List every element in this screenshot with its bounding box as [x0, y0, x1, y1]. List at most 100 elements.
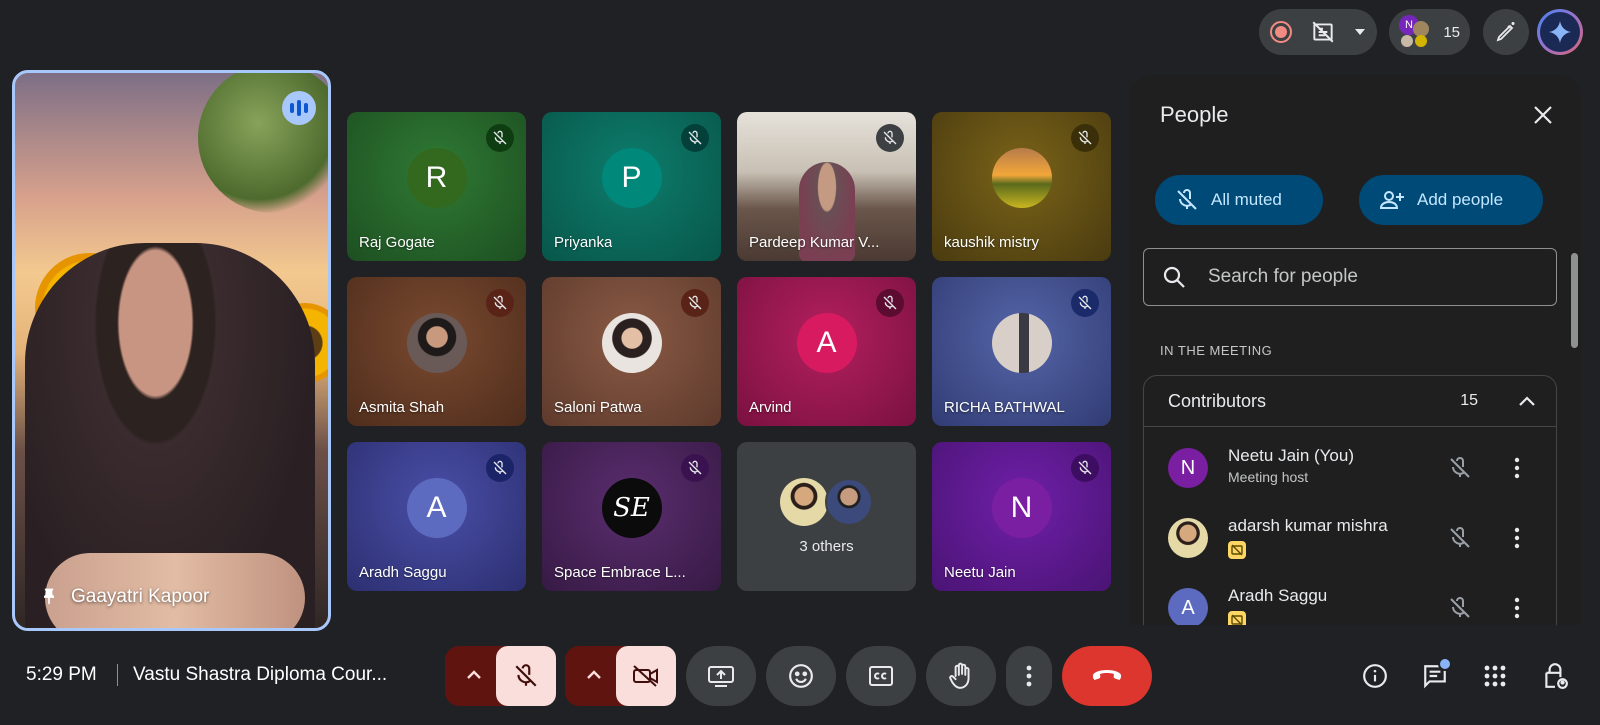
company-logo: SE: [601, 477, 662, 538]
captions-button[interactable]: [846, 646, 916, 706]
meeting-details-button[interactable]: [1359, 660, 1391, 692]
present-screen-button[interactable]: [686, 646, 756, 706]
more-options-icon[interactable]: [1514, 456, 1520, 480]
sparkle-icon: [1548, 20, 1572, 44]
speaking-indicator-icon: [282, 91, 316, 125]
participant-name: Gaayatri Kapoor: [71, 586, 210, 607]
camera-toggle-button[interactable]: [616, 646, 676, 706]
more-vert-icon: [1026, 664, 1032, 688]
participant-name: Asmita Shah: [359, 399, 445, 416]
close-icon: [1533, 105, 1553, 125]
gemini-button[interactable]: [1537, 9, 1583, 55]
mic-off-icon[interactable]: [1448, 456, 1472, 480]
panel-scrollbar[interactable]: [1571, 253, 1578, 348]
mic-off-icon: [876, 289, 904, 317]
mic-off-icon: [681, 124, 709, 152]
camera-options-chevron-icon[interactable]: [583, 664, 605, 686]
panel-title: People: [1160, 102, 1229, 127]
activities-button[interactable]: [1479, 660, 1511, 692]
pin-icon[interactable]: [39, 587, 59, 607]
meeting-title: Vastu Shastra Diploma Cour...: [133, 664, 388, 685]
mic-toggle-button[interactable]: [496, 646, 556, 706]
participant-name: Space Embrace L...: [554, 564, 686, 581]
apps-grid-icon: [1484, 665, 1506, 687]
avatar: A: [796, 312, 857, 373]
person-role: Meeting host: [1228, 469, 1309, 485]
raise-hand-button[interactable]: [926, 646, 996, 706]
avatar: [1168, 518, 1208, 558]
participant-tile[interactable]: kaushik mistry: [932, 112, 1111, 261]
person-name: Aradh Saggu: [1228, 586, 1328, 605]
add-people-label: Add people: [1417, 190, 1504, 209]
participant-tile[interactable]: Asmita Shah: [347, 277, 526, 426]
divider: [117, 664, 118, 686]
pinned-participant-label: Gaayatri Kapoor: [39, 586, 209, 608]
avatar: R: [406, 147, 467, 208]
participant-name: Raj Gogate: [359, 234, 435, 251]
avatar: P: [601, 147, 662, 208]
mic-off-icon: [681, 454, 709, 482]
participant-tile[interactable]: Saloni Patwa: [542, 277, 721, 426]
avatar: [601, 312, 662, 373]
participant-avatars: N: [1399, 15, 1433, 49]
participant-name: Aradh Saggu: [359, 564, 447, 581]
background-foliage: [198, 73, 328, 213]
reactions-button[interactable]: [766, 646, 836, 706]
participant-name: Pardeep Kumar V...: [749, 234, 880, 251]
search-input[interactable]: [1206, 265, 1530, 289]
recording-controls[interactable]: [1259, 9, 1377, 55]
participant-tile[interactable]: N Neetu Jain: [932, 442, 1111, 591]
mic-off-icon: [486, 454, 514, 482]
participant-tile[interactable]: SE Space Embrace L...: [542, 442, 721, 591]
lock-person-icon: [1542, 662, 1568, 690]
mic-off-icon[interactable]: [1448, 526, 1472, 550]
search-box[interactable]: [1143, 248, 1557, 306]
mic-off-icon[interactable]: [1448, 596, 1472, 620]
chat-button[interactable]: [1419, 657, 1452, 692]
whiteboard-button[interactable]: [1483, 9, 1529, 55]
list-item[interactable]: N Neetu Jain (You) Meeting host: [1168, 440, 1538, 496]
avatar: A: [406, 477, 467, 538]
others-tile[interactable]: 3 others: [737, 442, 916, 591]
close-panel-button[interactable]: [1527, 99, 1559, 131]
chevron-up-icon[interactable]: [1518, 395, 1536, 407]
participants-button[interactable]: N 15: [1389, 9, 1470, 55]
mic-off-icon: [486, 289, 514, 317]
participant-tile[interactable]: R Raj Gogate: [347, 112, 526, 261]
more-options-icon[interactable]: [1514, 596, 1520, 620]
more-options-button[interactable]: [1006, 646, 1052, 706]
participant-tile[interactable]: Pardeep Kumar V...: [737, 112, 916, 261]
participant-tile[interactable]: RICHA BATHWAL: [932, 277, 1111, 426]
contributors-header[interactable]: Contributors 15: [1144, 376, 1556, 427]
participant-tile[interactable]: A Aradh Saggu: [347, 442, 526, 591]
people-panel: People All muted Add people IN THE MEETI…: [1129, 75, 1581, 625]
host-controls-button[interactable]: [1539, 660, 1571, 692]
pen-sparkle-icon: [1494, 20, 1518, 44]
phone-hangup-icon: [1092, 669, 1122, 683]
add-people-button[interactable]: Add people: [1359, 175, 1543, 225]
participant-name: Arvind: [749, 399, 792, 416]
avatar: N: [1168, 448, 1208, 488]
list-item[interactable]: adarsh kumar mishra: [1168, 510, 1538, 566]
record-icon: [1269, 20, 1293, 44]
mic-off-icon: [1175, 188, 1199, 212]
mic-off-icon: [1071, 124, 1099, 152]
participant-name: Neetu Jain: [944, 564, 1016, 581]
list-item[interactable]: A Aradh Saggu: [1168, 580, 1538, 625]
captions-icon: [868, 665, 894, 687]
camera-group: [565, 646, 676, 706]
participant-tile[interactable]: A Arvind: [737, 277, 916, 426]
avatar: [406, 312, 467, 373]
mic-options-chevron-icon[interactable]: [463, 664, 485, 686]
more-options-icon[interactable]: [1514, 526, 1520, 550]
participant-name: RICHA BATHWAL: [944, 399, 1065, 416]
avatar: [1415, 35, 1427, 47]
chevron-down-icon[interactable]: [1353, 25, 1367, 39]
all-muted-button[interactable]: All muted: [1155, 175, 1323, 225]
camera-off-icon: [632, 663, 660, 689]
leave-call-button[interactable]: [1062, 646, 1152, 706]
participant-tile[interactable]: P Priyanka: [542, 112, 721, 261]
participant-name: Priyanka: [554, 234, 613, 251]
mic-off-icon: [486, 124, 514, 152]
pinned-participant-tile[interactable]: Gaayatri Kapoor: [12, 70, 331, 631]
